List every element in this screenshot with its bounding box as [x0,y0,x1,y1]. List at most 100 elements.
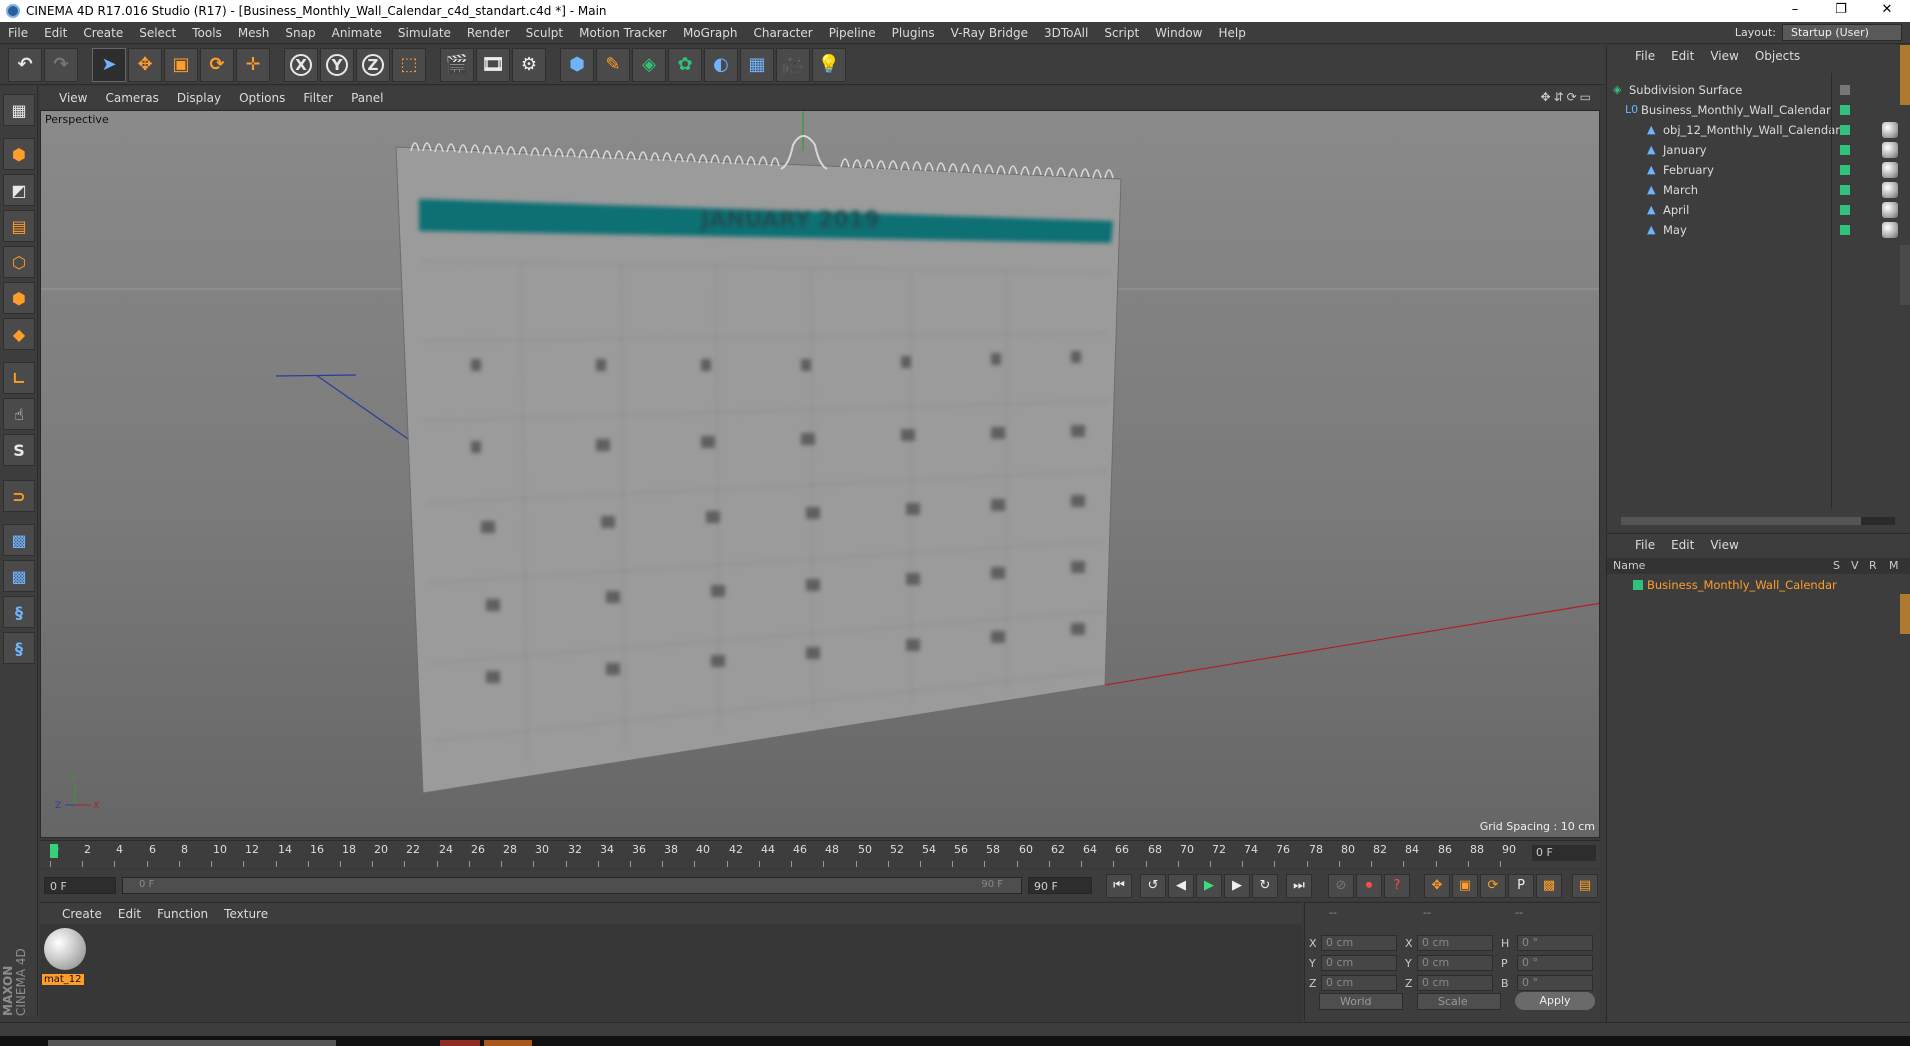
column-name[interactable]: Name [1613,559,1645,572]
render-picture-viewer-icon[interactable]: 🎞 [476,47,510,82]
material-tag-icon[interactable] [1882,202,1898,218]
layer-color-swatch[interactable] [1840,125,1850,135]
position-y-field[interactable]: 0 cm [1321,955,1397,971]
key-pla-icon[interactable]: ▩ [1536,874,1562,898]
key-position-icon[interactable]: ✥ [1424,874,1450,898]
object-menu-file[interactable]: File [1627,49,1663,63]
column-visible[interactable]: V [1851,559,1859,572]
polygons-mode-icon[interactable]: ◆ [3,318,35,350]
side-tab[interactable] [1900,245,1910,305]
menu-simulate[interactable]: Simulate [390,26,459,40]
key-param-icon[interactable]: P [1508,874,1534,898]
menu-tools[interactable]: Tools [184,26,230,40]
layer-color-swatch[interactable] [1840,145,1850,155]
layer-color-swatch[interactable] [1840,85,1850,95]
solo-icon[interactable]: S [3,434,35,466]
viewport-menu-filter[interactable]: Filter [294,91,342,105]
material-tag-icon[interactable] [1882,142,1898,158]
object-row[interactable]: ◈ Subdivision Surface [1613,81,1742,99]
current-frame-field[interactable]: 0 F [1532,845,1596,861]
material-tag-icon[interactable] [1882,122,1898,138]
pen-icon[interactable]: ✎ [596,47,630,82]
side-tab[interactable] [1900,45,1910,105]
minimize-button[interactable]: – [1772,0,1818,22]
menu-help[interactable]: Help [1210,26,1253,40]
menu-vray-bridge[interactable]: V-Ray Bridge [943,26,1036,40]
object-row[interactable]: ▲ May [1647,221,1687,239]
select-arrow-icon[interactable]: ➤ [92,47,126,82]
position-z-field[interactable]: 0 cm [1321,975,1397,991]
start-frame-field[interactable]: 0 F [44,877,116,894]
render-settings-icon[interactable]: ⚙ [512,47,546,82]
deformer-icon[interactable]: ◐ [704,47,738,82]
cloner-icon[interactable]: ✿ [668,47,702,82]
layer-color-swatch[interactable] [1840,205,1850,215]
points-mode-icon[interactable]: ⬡ [3,246,35,278]
magnet-icon[interactable]: ⊃ [3,480,35,512]
position-x-field[interactable]: 0 cm [1321,935,1397,951]
size-z-field[interactable]: 0 cm [1417,975,1493,991]
object-menu-edit[interactable]: Edit [1663,49,1702,63]
taskbar-search[interactable] [48,1040,336,1046]
menu-pipeline[interactable]: Pipeline [821,26,884,40]
menu-animate[interactable]: Animate [324,26,390,40]
layer-color-swatch[interactable] [1840,165,1850,175]
scale-icon[interactable]: ▣ [164,47,198,82]
camera-icon[interactable]: 🎥 [776,47,810,82]
menu-3dtoall[interactable]: 3DToAll [1036,26,1096,40]
layer-color-swatch[interactable] [1840,225,1850,235]
viewport-menu-display[interactable]: Display [168,91,230,105]
cube-icon[interactable]: ⬢ [560,47,594,82]
menu-create[interactable]: Create [75,26,131,40]
material-swatch[interactable]: mat_12 [42,927,88,985]
play-icon[interactable]: ▶ [1196,874,1222,898]
layer-menu-edit[interactable]: Edit [1663,538,1702,552]
key-rotation-icon[interactable]: ⟳ [1480,874,1506,898]
object-menu-view[interactable]: View [1702,49,1746,63]
side-tab[interactable] [1900,594,1910,634]
perspective-viewport[interactable]: JANUARY 2019 Y X Z Perspective Grid Spac… [40,110,1600,838]
next-frame-icon[interactable]: ▶ [1224,874,1250,898]
menu-mograph[interactable]: MoGraph [675,26,746,40]
column-manager[interactable]: M [1889,559,1899,572]
restore-button[interactable]: ❐ [1818,0,1864,22]
object-row[interactable]: ▲ April [1647,201,1689,219]
go-to-end-icon[interactable]: ⏭ [1286,874,1312,898]
x-axis-icon[interactable]: X [284,47,318,82]
menu-render[interactable]: Render [459,26,518,40]
edges-mode-icon[interactable]: ⬢ [3,282,35,314]
end-frame-field[interactable]: 90 F [1028,877,1092,894]
world-coord-icon[interactable]: ⬚ [392,47,426,82]
previous-key-icon[interactable]: ↺ [1140,874,1166,898]
workplane-icon[interactable]: ▤ [3,210,35,242]
material-menu-function[interactable]: Function [149,907,216,921]
material-menu-create[interactable]: Create [54,907,110,921]
object-manager-scrollbar[interactable] [1621,517,1895,525]
taskbar-app[interactable] [440,1040,480,1046]
y-axis-icon[interactable]: Y [320,47,354,82]
viewport-menu-view[interactable]: View [50,91,96,105]
column-render[interactable]: R [1869,559,1877,572]
taskbar-app[interactable] [484,1040,532,1046]
menu-file[interactable]: File [0,26,36,40]
layer-color-swatch[interactable] [1840,185,1850,195]
viewport-menu-panel[interactable]: Panel [342,91,392,105]
timeline-playhead[interactable] [50,844,58,858]
tweak-mode-icon[interactable]: ☝ [3,398,35,430]
rotation-h-field[interactable]: 0 ° [1517,935,1593,951]
texture-mode-icon[interactable]: ◩ [3,174,35,206]
layer-color-swatch[interactable] [1633,580,1643,590]
rotation-p-field[interactable]: 0 ° [1517,955,1593,971]
object-row[interactable]: ▲ January [1647,141,1707,159]
menu-mesh[interactable]: Mesh [230,26,278,40]
next-key-icon[interactable]: ↻ [1252,874,1278,898]
size-y-field[interactable]: 0 cm [1417,955,1493,971]
size-x-field[interactable]: 0 cm [1417,935,1493,951]
object-row[interactable]: ▲ February [1647,161,1714,179]
material-menu-texture[interactable]: Texture [216,907,276,921]
render-view-icon[interactable]: 🎬 [440,47,474,82]
layout-dropdown[interactable]: Startup (User) [1782,24,1902,41]
key-scale-icon[interactable]: ▣ [1452,874,1478,898]
menu-window[interactable]: Window [1147,26,1210,40]
layer-row[interactable]: Business_Monthly_Wall_Calendar [1607,576,1910,594]
